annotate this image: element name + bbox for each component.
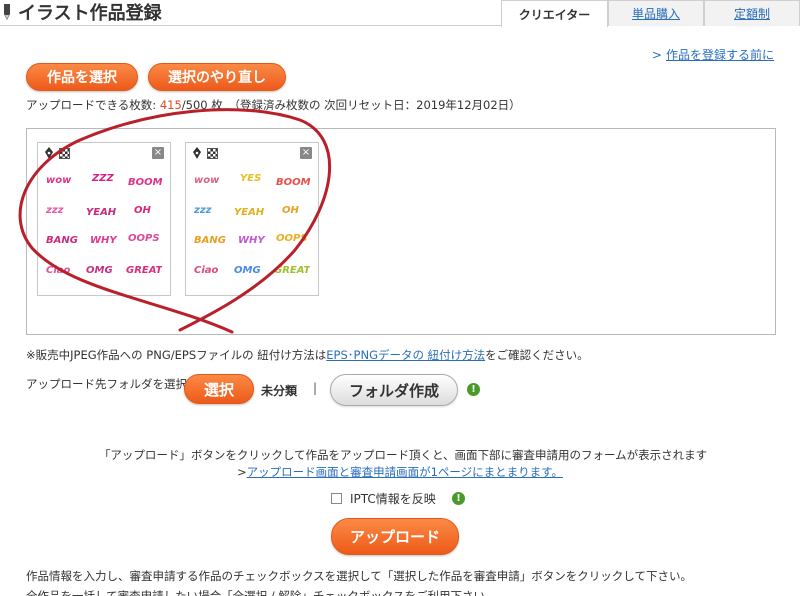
folder-select-label: アップロード先フォルダを選択 <box>26 377 187 391</box>
remove-icon[interactable]: × <box>152 147 164 159</box>
svg-text:YEAH: YEAH <box>86 207 117 218</box>
svg-text:BANG: BANG <box>46 235 78 246</box>
upload-button[interactable]: アップロード <box>331 518 459 555</box>
svg-text:zzz: zzz <box>194 205 212 216</box>
svg-text:Ciao: Ciao <box>46 265 71 276</box>
transparency-icon <box>59 148 70 159</box>
svg-text:BOOM: BOOM <box>128 177 162 188</box>
vector-pen-icon <box>45 147 53 159</box>
svg-text:OOPS: OOPS <box>128 233 160 244</box>
svg-text:wow: wow <box>46 175 72 186</box>
svg-text:YES: YES <box>240 173 261 184</box>
comic-words-image: wow ZZZ BOOM zzz YEAH OH BANG WHY OOPS Ciao OMG… <box>46 173 162 276</box>
selected-works-area: × wow ZZZ BOOM zzz YEAH OH BANG WHY OOPS Ciao O… <box>26 128 776 335</box>
upload-count-total: /500 枚 <box>181 98 223 112</box>
svg-text:OH: OH <box>282 205 300 216</box>
tab-single-purchase[interactable]: 単品購入 <box>608 0 704 26</box>
iptc-option: IPTC情報を反映 <box>331 490 436 507</box>
tab-creator[interactable]: クリエイター <box>501 0 608 27</box>
work-thumbnail[interactable]: × wow YES BOOM zzz YEAH OH BANG WHY OOPS Ciao O… <box>185 142 319 296</box>
info-icon[interactable]: ! <box>452 492 465 505</box>
before-register-link-wrap: > 作品を登録する前に <box>652 46 774 63</box>
upload-count-used: 415 <box>159 98 182 112</box>
transparency-icon <box>207 148 218 159</box>
svg-text:BANG: BANG <box>194 235 226 246</box>
select-folder-button[interactable]: 選択 <box>184 374 254 404</box>
header-bar: イラスト作品登録 クリエイター 単品購入 定額制 <box>0 0 800 27</box>
svg-text:GREAT: GREAT <box>274 265 310 276</box>
page-title-text: イラスト作品登録 <box>18 3 162 24</box>
current-folder: 未分類 <box>261 384 298 398</box>
svg-text:OMG: OMG <box>234 265 261 276</box>
svg-text:GREAT: GREAT <box>126 265 162 276</box>
link-arrow: > <box>236 465 247 479</box>
work-thumbnail[interactable]: × wow ZZZ BOOM zzz YEAH OH BANG WHY OOPS Ciao O… <box>37 142 171 296</box>
reselect-button[interactable]: 選択のやり直し <box>148 63 286 91</box>
svg-text:BOOM: BOOM <box>276 177 310 188</box>
svg-text:zzz: zzz <box>46 205 64 216</box>
link-arrow: > <box>651 48 662 62</box>
bulk-review-instruction: 全作品を一括して審査申請したい場合「全選択 / 解除」チェックボックスをご利用下… <box>26 589 497 596</box>
svg-text:Ciao: Ciao <box>194 265 219 276</box>
link-method-note: ※販売中JPEG作品への PNG/EPSファイルの 紐付け方法はEPS･PNGデ… <box>26 347 589 363</box>
upload-reset-note: （登録済み枚数の 次回リセット日：2019年12月02日） <box>234 98 521 112</box>
upload-count: アップロードできる枚数: 415/500 枚 （登録済み枚数の 次回リセット日：… <box>26 97 521 113</box>
iptc-checkbox[interactable] <box>331 493 342 504</box>
svg-text:OOPS: OOPS <box>276 233 308 244</box>
folder-separator: | <box>313 381 318 395</box>
tab-bar: クリエイター 単品購入 定額制 <box>501 0 800 27</box>
svg-text:OH: OH <box>134 205 152 216</box>
note-prefix: ※販売中JPEG作品への PNG/EPSファイルの 紐付け方法は <box>26 348 327 362</box>
vector-pen-icon <box>193 147 201 159</box>
info-icon[interactable]: ! <box>467 383 480 396</box>
eps-png-link[interactable]: EPS･PNGデータの 紐付け方法 <box>326 348 485 362</box>
comic-words-image: wow YES BOOM zzz YEAH OH BANG WHY OOPS Ciao OMG… <box>194 173 310 276</box>
review-instruction: 作品情報を入力し、審査申請する作品のチェックボックスを選択して「選択した作品を審… <box>26 569 692 583</box>
upload-instruction: 「アップロード」ボタンをクリックして作品をアップロード頂くと、画面下部に審査申請… <box>98 448 708 462</box>
svg-text:OMG: OMG <box>86 265 113 276</box>
one-page-link[interactable]: アップロード画面と審査申請画面が1ページにまとまります。 <box>247 465 563 479</box>
svg-text:WHY: WHY <box>238 235 266 246</box>
svg-text:WHY: WHY <box>90 235 118 246</box>
create-folder-button[interactable]: フォルダ作成 <box>330 374 458 406</box>
select-work-button[interactable]: 作品を選択 <box>26 63 138 91</box>
svg-text:ZZZ: ZZZ <box>91 173 115 184</box>
note-suffix: をご確認ください。 <box>485 348 589 362</box>
remove-icon[interactable]: × <box>300 147 312 159</box>
tab-subscription[interactable]: 定額制 <box>704 0 800 26</box>
upload-count-prefix: アップロードできる枚数: <box>26 98 160 112</box>
svg-text:wow: wow <box>194 175 220 186</box>
instruction-link-line: >アップロード画面と審査申請画面が1ページにまとまります。 <box>0 464 800 480</box>
iptc-label: IPTC情報を反映 <box>350 492 436 506</box>
before-register-link[interactable]: 作品を登録する前に <box>666 48 774 62</box>
page-title: イラスト作品登録 <box>0 0 162 24</box>
svg-text:YEAH: YEAH <box>234 207 265 218</box>
pencil-icon <box>4 4 10 20</box>
